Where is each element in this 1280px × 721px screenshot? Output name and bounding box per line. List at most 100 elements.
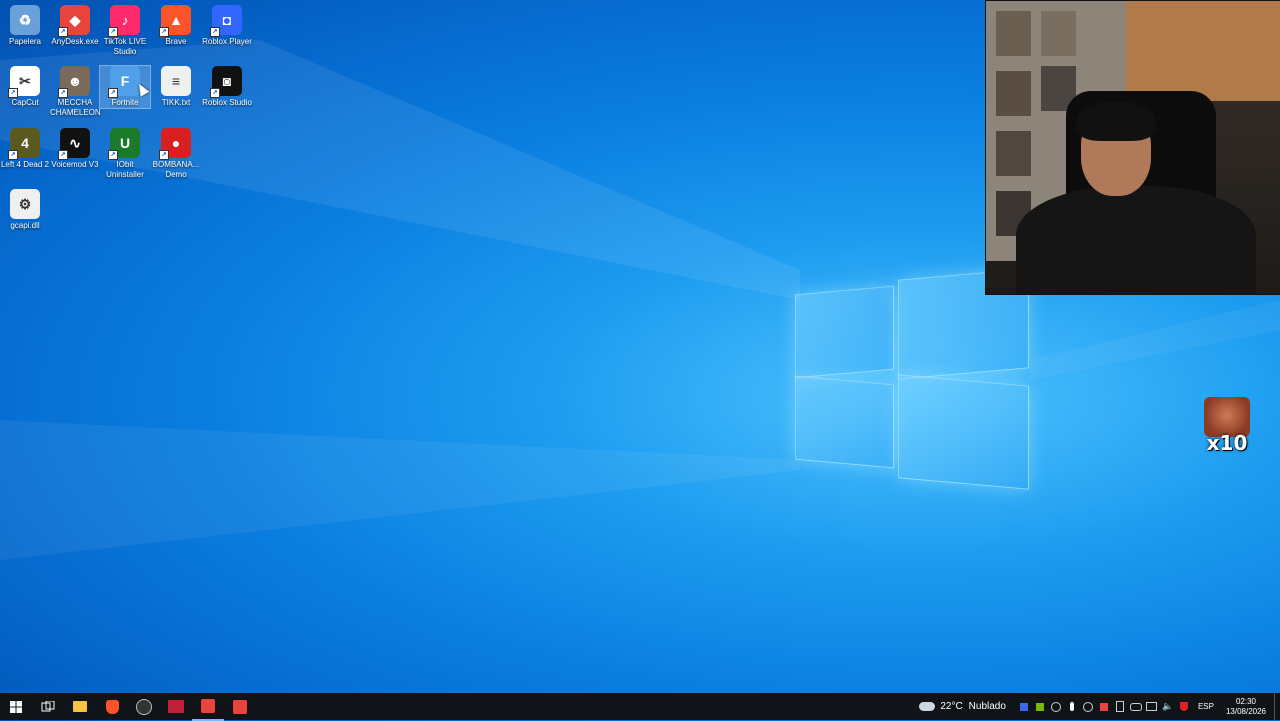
desktop-icon[interactable]: ∿ ↗ Voicemod V3 [50,128,100,170]
start-icon [10,700,22,713]
shortcut-arrow-icon: ↗ [58,27,68,37]
shortcut-arrow-icon: ↗ [108,27,118,37]
person-hair [1076,101,1156,141]
show-desktop-button[interactable] [1274,693,1280,720]
weather-condition: Nublado [968,701,1006,712]
brave-icon: ▲ ↗ [159,5,191,37]
obs-icon [136,698,152,715]
desktop-icon-label: gcapi.dll [10,221,40,230]
game-icon: ☻ ↗ [58,66,90,98]
brave-icon [105,699,119,714]
desktop-icon-label: Roblox Player [202,37,252,46]
desktop-icon[interactable]: ♪ ↗ TikTok LIVE Studio [100,5,150,57]
system-tray: 22°C Nublado 🔈 ESP 02:30 13/08/2026 [919,693,1280,720]
settings-icon [1082,701,1093,712]
anydesk-tray-button[interactable] [1096,693,1112,720]
task-view-button[interactable] [32,693,64,720]
desktop-icon-label: AnyDesk.exe [51,37,99,46]
desktop-icon-label: TIKK.txt [161,98,191,107]
nvidia-icon [1035,702,1044,711]
anydesk-icon: ◆ ↗ [58,5,90,37]
anydesk-taskbar-button-2[interactable] [224,693,256,720]
shortcut-arrow-icon: ↗ [58,88,68,98]
shortcut-arrow-icon: ↗ [8,88,18,98]
desktop-icon[interactable]: ● ↗ BOMBANA... Demo [151,128,201,180]
windows-logo-wallpaper [795,262,1029,492]
weather-temp: 22°C [940,701,963,712]
desktop-icon[interactable]: 4 ↗ Left 4 Dead 2 [0,128,50,170]
network-button[interactable] [1144,693,1160,720]
microphone-button[interactable] [1064,693,1080,720]
l4d2-icon: 4 ↗ [8,128,40,160]
shield-icon [1179,702,1188,711]
clock-date: 13/08/2026 [1225,706,1266,716]
brave-taskbar-button[interactable] [96,693,128,720]
security-button[interactable] [1176,693,1192,720]
desktop-icon-label: Roblox Studio [202,98,252,107]
text-file-icon: ≡ [161,66,191,96]
desktop-icon-label: Papelera [8,37,42,46]
weather-widget[interactable]: 22°C Nublado [919,701,1016,712]
recycle-bin-icon: ♻ [10,5,40,35]
multiplier-sticker: x10 [1203,397,1251,459]
desktop-icon-label: CapCut [11,98,39,107]
onedrive-tray-button[interactable] [1128,693,1144,720]
tiktok-icon: ♪ ↗ [108,5,140,37]
voicemod-taskbar-button[interactable] [160,693,192,720]
shortcut-arrow-icon: ↗ [58,150,68,160]
desktop-icon[interactable]: ◙ ↗ Roblox Studio [202,66,252,108]
task-view-icon [41,700,55,711]
shortcut-arrow-icon: ↗ [108,150,118,160]
tray-icon-3[interactable] [1048,693,1064,720]
desktop-icon-label: BOMBANA... Demo [152,160,200,179]
desktop-icon[interactable]: ⚙ gcapi.dll [0,189,50,231]
file-explorer-button[interactable] [64,693,96,720]
desktop-icon-label: Left 4 Dead 2 [0,160,50,169]
voicemod-icon [168,700,184,713]
webcam-overlay [985,0,1280,295]
desktop-icon[interactable]: ☻ ↗ MECCHA CHAMELEON [50,66,101,118]
desktop-icon[interactable]: ≡ TIKK.txt [151,66,201,108]
iobit-icon: U ↗ [108,128,140,160]
microphone-icon [1069,702,1074,711]
dll-file-icon: ⚙ [10,189,40,219]
desktop-icon[interactable]: ◘ ↗ Roblox Player [202,5,252,47]
desktop-icon-label: MECCHA CHAMELEON [50,98,101,117]
capcut-icon: ✂ ↗ [8,66,40,98]
language-indicator[interactable]: ESP [1192,702,1220,711]
shortcut-arrow-icon: ↗ [210,88,220,98]
obs-taskbar-button[interactable] [128,693,160,720]
shortcut-arrow-icon: ↗ [108,88,118,98]
desktop-icon[interactable]: ◆ ↗ AnyDesk.exe [50,5,100,47]
person-body [1016,186,1256,294]
app-tray-icon-1[interactable] [1016,693,1032,720]
desktop-icon-label: Brave [165,37,187,46]
anydesk-taskbar-button-1[interactable] [192,692,224,721]
blue-square-icon [1019,702,1028,711]
desktop-icon[interactable]: U ↗ IObit Uninstaller [100,128,150,180]
volume-button[interactable]: 🔈 [1160,693,1176,720]
shortcut-arrow-icon: ↗ [210,27,220,37]
voicemod-icon: ∿ ↗ [58,128,90,160]
anydesk-icon [201,698,215,713]
desktop-icon[interactable]: ▲ ↗ Brave [151,5,201,47]
roblox-studio-icon: ◙ ↗ [210,66,242,98]
circle-icon [1050,701,1061,712]
tray-icon-5[interactable] [1080,693,1096,720]
file-explorer-icon [73,701,87,712]
shortcut-arrow-icon: ↗ [8,150,18,160]
desktop-icon[interactable]: ✂ ↗ CapCut [0,66,50,108]
anydesk-icon [233,699,247,714]
clock-time: 02:30 [1235,696,1256,706]
start-button[interactable] [0,693,32,720]
desktop-icon[interactable]: ♻ Papelera [0,5,50,47]
nvidia-tray-button[interactable] [1032,693,1048,720]
desktop-icon-label: Fortnite [111,98,139,107]
fortnite-icon: F ↗ [108,66,140,98]
desktop-icon-label: Voicemod V3 [51,160,99,169]
desktop-icon-label: TikTok LIVE Studio [103,37,147,56]
multiplier-text: x10 [1206,431,1248,455]
volume-icon: 🔈 [1162,701,1174,711]
clock[interactable]: 02:30 13/08/2026 [1220,697,1274,717]
tray-icon-7[interactable] [1112,693,1128,720]
